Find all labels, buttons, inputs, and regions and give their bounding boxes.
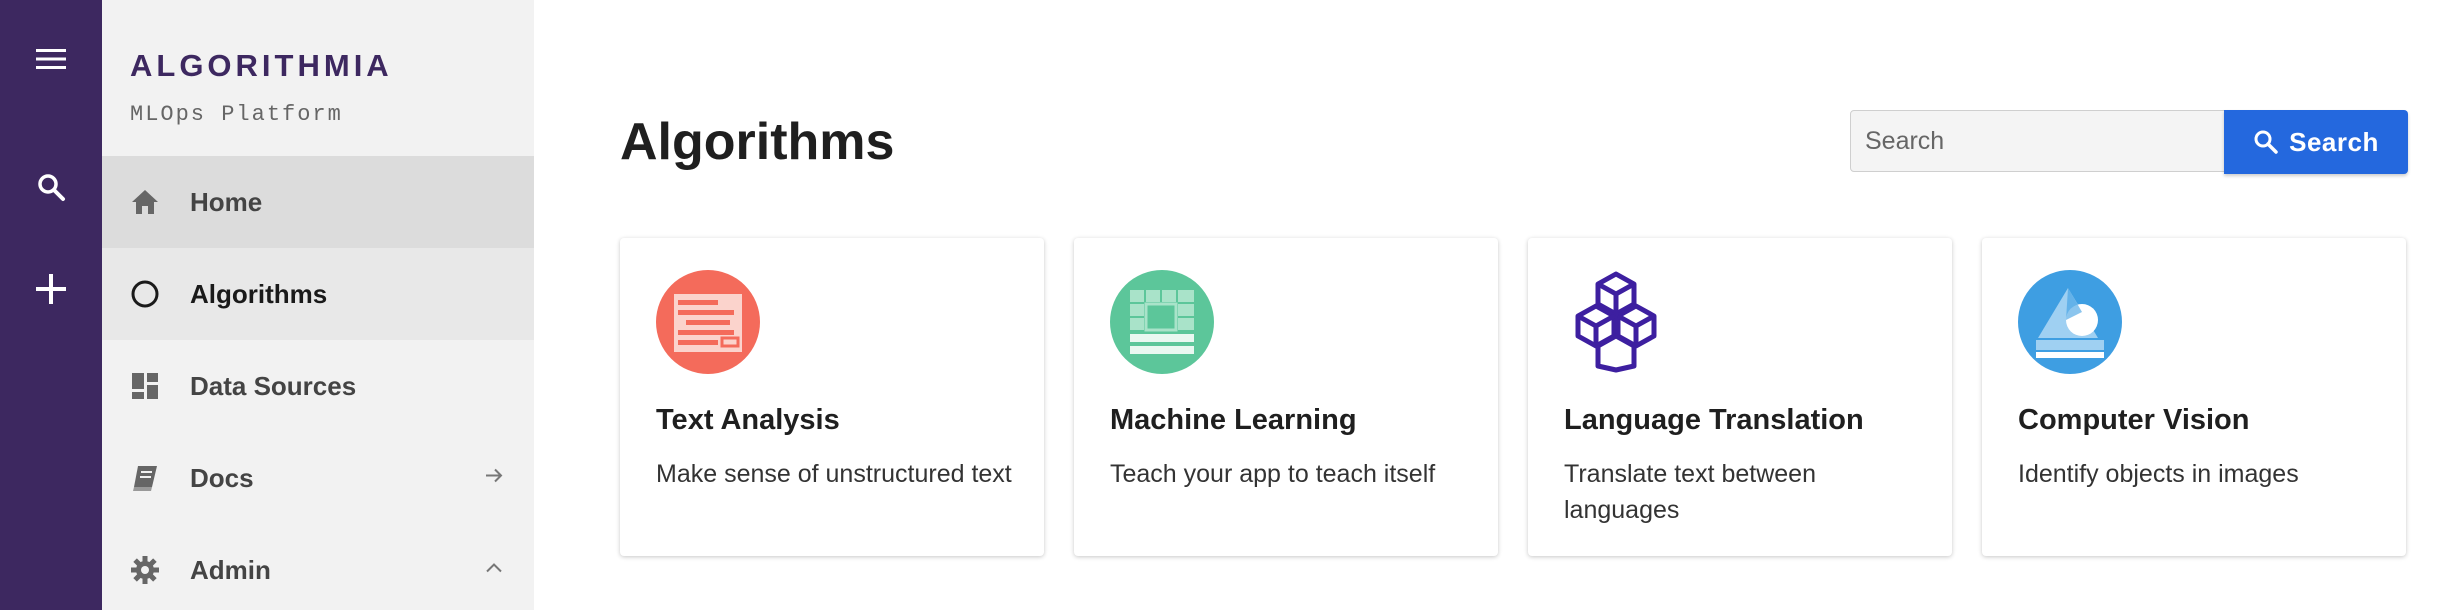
sidebar-item-docs[interactable]: Docs bbox=[102, 432, 534, 524]
book-icon bbox=[128, 461, 162, 495]
card-title: Text Analysis bbox=[656, 404, 840, 436]
search-button-label: Search bbox=[2289, 126, 2379, 157]
circle-icon bbox=[128, 277, 162, 311]
search-input[interactable] bbox=[1850, 110, 2225, 172]
plus-icon bbox=[36, 274, 66, 304]
sidebar-item-label: Admin bbox=[190, 554, 271, 585]
gear-icon bbox=[128, 553, 162, 587]
chevron-up-icon bbox=[484, 561, 504, 580]
sidebar-nav: Home Algorithms Data Sources Docs Admin bbox=[102, 156, 534, 616]
card-text-analysis[interactable]: Text Analysis Make sense of unstructured… bbox=[620, 238, 1044, 556]
sidebar-item-label: Data Sources bbox=[190, 370, 357, 401]
card-computer-vision[interactable]: Computer Vision Identify objects in imag… bbox=[1982, 238, 2406, 556]
sidebar: ALGORITHMIA MLOps Platform Home Algorith… bbox=[102, 0, 534, 610]
card-description: Teach your app to teach itself bbox=[1110, 460, 1436, 488]
machine-learning-icon bbox=[1110, 270, 1214, 374]
sidebar-item-data-sources[interactable]: Data Sources bbox=[102, 340, 534, 432]
main-content: Algorithms Search Text bbox=[534, 0, 2456, 610]
sidebar-item-home[interactable]: Home bbox=[102, 156, 534, 248]
menu-icon bbox=[36, 49, 66, 69]
sidebar-item-label: Docs bbox=[190, 462, 254, 493]
card-title: Language Translation bbox=[1564, 404, 1864, 436]
search-icon bbox=[38, 174, 65, 201]
brand-logo[interactable]: ALGORITHMIA bbox=[130, 48, 393, 84]
sidebar-item-admin[interactable]: Admin bbox=[102, 524, 534, 616]
sidebar-item-label: Algorithms bbox=[190, 278, 328, 309]
sidebar-item-label: Home bbox=[190, 186, 263, 217]
card-description: Translate text between languages bbox=[1564, 460, 1816, 524]
page-title: Algorithms bbox=[620, 113, 895, 171]
brand: ALGORITHMIA MLOps Platform bbox=[130, 48, 393, 127]
sidebar-item-algorithms[interactable]: Algorithms bbox=[102, 248, 534, 340]
menu-button[interactable] bbox=[0, 24, 102, 94]
search-icon bbox=[2254, 130, 2278, 154]
computer-vision-icon bbox=[2018, 270, 2122, 374]
card-machine-learning[interactable]: Machine Learning Teach your app to teach… bbox=[1074, 238, 1498, 556]
card-title: Machine Learning bbox=[1110, 404, 1357, 436]
card-language-translation[interactable]: Language Translation Translate text betw… bbox=[1528, 238, 1952, 556]
card-description: Identify objects in images bbox=[2018, 460, 2299, 488]
add-button[interactable] bbox=[0, 254, 102, 324]
card-title: Computer Vision bbox=[2018, 404, 2250, 436]
search-button[interactable]: Search bbox=[2224, 110, 2408, 174]
home-icon bbox=[128, 185, 162, 219]
rail-search-button[interactable] bbox=[0, 152, 102, 222]
brand-subtitle: MLOps Platform bbox=[130, 102, 343, 127]
text-analysis-icon bbox=[656, 270, 760, 374]
app-rail bbox=[0, 0, 102, 610]
arrow-right-icon bbox=[484, 466, 504, 491]
language-translation-icon bbox=[1564, 270, 1668, 374]
card-description: Make sense of unstructured text bbox=[656, 460, 1012, 488]
dashboard-icon bbox=[128, 369, 162, 403]
